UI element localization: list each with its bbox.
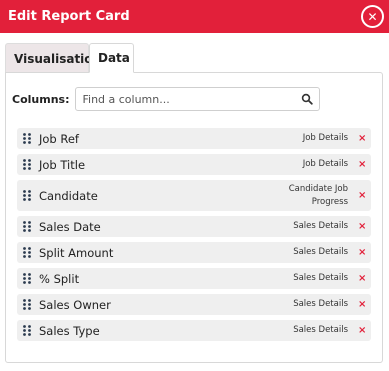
column-row[interactable]: Split Amount Sales Details × <box>17 242 371 263</box>
column-label: Split Amount <box>39 245 114 260</box>
drag-handle-icon[interactable] <box>23 299 31 310</box>
column-group: Sales Details <box>293 273 348 283</box>
dialog-title: Edit Report Card <box>8 9 130 24</box>
column-label: Sales Type <box>39 323 100 338</box>
column-label: Sales Date <box>39 219 101 234</box>
tab-data[interactable]: Data <box>89 43 134 73</box>
search-icon[interactable] <box>301 93 314 105</box>
data-panel: Columns: Find a column... Job Ref Job Det… <box>5 72 383 363</box>
column-row[interactable]: % Split Sales Details × <box>17 268 371 289</box>
column-group: Candidate Job Progress <box>288 183 348 207</box>
drag-handle-icon[interactable] <box>23 273 31 284</box>
column-group: Sales Details <box>293 325 348 335</box>
column-label: Job Ref <box>39 131 79 146</box>
remove-column-icon[interactable]: × <box>358 273 366 284</box>
close-icon: ✕ <box>367 9 378 24</box>
column-group: Sales Details <box>293 221 348 231</box>
drag-handle-icon[interactable] <box>23 190 31 201</box>
remove-column-icon[interactable]: × <box>358 325 366 336</box>
remove-column-icon[interactable]: × <box>358 299 366 310</box>
column-group: Sales Details <box>293 247 348 257</box>
remove-column-icon[interactable]: × <box>358 159 366 170</box>
column-label: Candidate <box>39 188 98 203</box>
column-row[interactable]: Job Title Job Details × <box>17 154 371 175</box>
column-list: Job Ref Job Details × Job Title Job Details ×… <box>17 128 371 346</box>
column-row[interactable]: Sales Date Sales Details × <box>17 216 371 237</box>
column-group: Job Details <box>302 133 348 143</box>
column-label: % Split <box>39 271 80 286</box>
drag-handle-icon[interactable] <box>23 325 31 336</box>
column-group: Job Details <box>302 159 348 169</box>
drag-handle-icon[interactable] <box>23 247 31 258</box>
remove-column-icon[interactable]: × <box>358 190 366 201</box>
dialog-header: Edit Report Card ✕ <box>0 0 389 33</box>
search-placeholder: Find a column... <box>82 92 170 106</box>
close-button[interactable]: ✕ <box>361 5 384 28</box>
column-label: Job Title <box>39 157 86 172</box>
column-row[interactable]: Sales Owner Sales Details × <box>17 294 371 315</box>
columns-search-row: Columns: Find a column... <box>12 87 321 111</box>
column-search-input[interactable]: Find a column... <box>75 87 321 111</box>
drag-handle-icon[interactable] <box>23 133 31 144</box>
column-row[interactable]: Job Ref Job Details × <box>17 128 371 149</box>
drag-handle-icon[interactable] <box>23 221 31 232</box>
column-row[interactable]: Candidate Candidate Job Progress × <box>17 180 371 211</box>
column-row[interactable]: Sales Type Sales Details × <box>17 320 371 341</box>
remove-column-icon[interactable]: × <box>358 247 366 258</box>
column-group: Sales Details <box>293 299 348 309</box>
columns-label: Columns: <box>12 92 70 106</box>
drag-handle-icon[interactable] <box>23 159 31 170</box>
tab-visualisation[interactable]: Visualisation <box>5 43 101 73</box>
remove-column-icon[interactable]: × <box>358 133 366 144</box>
tab-data-label: Data <box>98 51 130 65</box>
tab-bar: Visualisation Data <box>5 43 134 73</box>
column-label: Sales Owner <box>39 297 111 312</box>
remove-column-icon[interactable]: × <box>358 221 366 232</box>
